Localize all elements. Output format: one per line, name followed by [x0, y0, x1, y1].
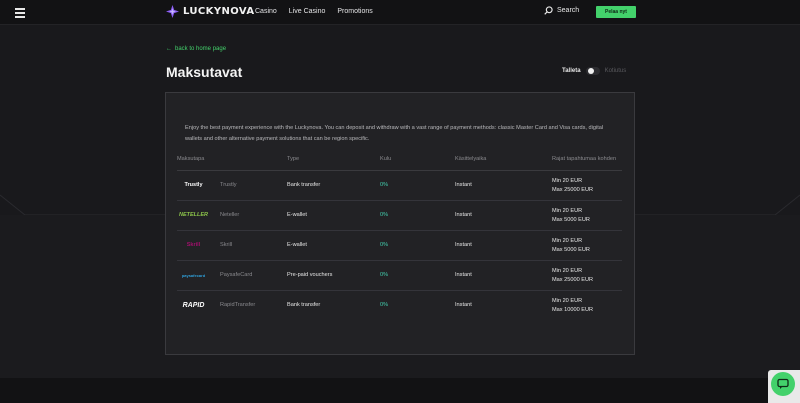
header-type: Type [287, 155, 380, 171]
method-limits: Min 20 EUR Max 25000 EUR [552, 170, 622, 201]
intro-text: Enjoy the best payment experience with t… [185, 125, 604, 142]
method-fee: 0% [380, 260, 455, 291]
table-row: Skrill Skrill E-wallet 0% Instant Min 20… [177, 230, 622, 261]
method-time: Instant [455, 200, 552, 231]
neteller-logo: NETELLER [178, 212, 209, 218]
play-now-button[interactable]: Pelaa nyt [596, 6, 636, 18]
search-button[interactable]: Search [544, 6, 579, 15]
brand-name: LUCKYNOVA [183, 6, 255, 17]
search-icon [544, 6, 553, 15]
deposit-withdraw-toggle[interactable]: Talleta Kotiutus [562, 67, 626, 75]
payment-methods-panel: Enjoy the best payment experience with t… [165, 92, 635, 355]
brand-logo[interactable]: LUCKYNOVA [166, 5, 254, 18]
method-name: Neteller [220, 212, 240, 218]
method-time: Instant [455, 230, 552, 261]
header-processing-time: Käsittelyaika [455, 155, 552, 171]
header-method: Maksutapa [177, 155, 287, 171]
method-fee: 0% [380, 170, 455, 201]
top-navigation: LUCKYNOVA Casino Live Casino Promotions … [0, 0, 800, 25]
star-logo-icon [166, 5, 179, 18]
chat-icon [777, 378, 789, 389]
method-limits: Min 20 EUR Max 10000 EUR [552, 297, 594, 313]
method-name: RapidTransfer [220, 302, 256, 309]
method-fee: 0% [380, 230, 455, 261]
method-time: Instant [455, 170, 552, 201]
header-fee: Kulu [380, 155, 455, 171]
toggle-label-deposit[interactable]: Talleta [562, 68, 581, 74]
paysafecard-logo: paysafecard [181, 273, 206, 278]
trustly-logo: Trustly [184, 182, 203, 188]
rapid-transfer-logo: RAPID [182, 302, 205, 310]
main-nav: Casino Live Casino Promotions [255, 8, 373, 15]
nav-live-casino[interactable]: Live Casino [289, 8, 326, 15]
method-type: Pre-paid vouchers [287, 260, 380, 291]
method-time: Instant [455, 260, 552, 291]
method-name: PaysafeCard [220, 272, 253, 278]
table-row: RAPID RapidTransfer Bank transfer 0% Ins… [177, 291, 622, 321]
method-fee: 0% [380, 302, 389, 309]
nav-promotions[interactable]: Promotions [337, 8, 372, 15]
footer-band [0, 378, 800, 403]
chat-button[interactable] [771, 372, 795, 396]
method-type: Bank transfer [287, 170, 380, 201]
back-link-label: back to home page [175, 46, 227, 52]
skrill-logo: Skrill [186, 242, 201, 248]
nav-casino[interactable]: Casino [255, 8, 277, 15]
arrow-left-icon: ← [166, 46, 172, 52]
table-row: NETELLER Neteller E-wallet 0% Instant Mi… [177, 200, 622, 231]
toggle-switch[interactable] [585, 67, 600, 75]
method-fee: 0% [380, 200, 455, 231]
payment-methods-table: Maksutapa Type Kulu Käsittelyaika Rajat … [177, 155, 622, 321]
method-time: Instant [455, 302, 472, 309]
method-limits: Min 20 EUR Max 25000 EUR [552, 260, 622, 291]
method-name: Trustly [220, 182, 237, 188]
search-label: Search [557, 7, 580, 14]
page-title: Maksutavat [166, 64, 243, 80]
method-name: Skrill [220, 242, 233, 248]
method-type: Bank transfer [287, 302, 321, 309]
hamburger-menu-icon[interactable] [15, 8, 25, 18]
method-limits: Min 20 EUR Max 5000 EUR [552, 200, 622, 231]
table-row: Trustly Trustly Bank transfer 0% Instant… [177, 170, 622, 201]
header-limits: Rajat tapahtumaa kohden [552, 155, 622, 171]
method-limits: Min 20 EUR Max 5000 EUR [552, 230, 622, 261]
toggle-label-withdraw[interactable]: Kotiutus [605, 68, 627, 74]
back-link[interactable]: ← back to home page [166, 46, 226, 52]
method-type: E-wallet [287, 230, 380, 261]
method-type: E-wallet [287, 200, 380, 231]
table-row: paysafecard PaysafeCard Pre-paid voucher… [177, 260, 622, 291]
